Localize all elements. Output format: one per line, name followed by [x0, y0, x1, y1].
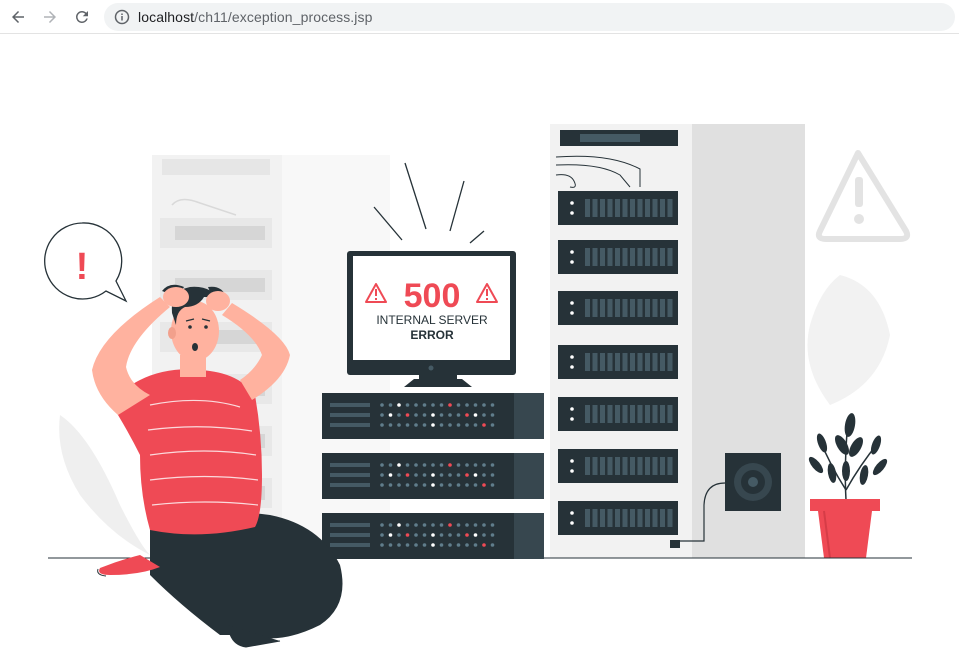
- reload-icon: [75, 10, 88, 23]
- url-host: localhost: [138, 9, 195, 25]
- error-message-line1: INTERNAL SERVER: [376, 313, 488, 327]
- tower-server-unit: [558, 240, 678, 274]
- forward-button[interactable]: [36, 3, 64, 31]
- info-icon[interactable]: [114, 9, 130, 25]
- page-content: 500 INTERNAL SERVER ERROR !: [0, 35, 959, 664]
- stack-server-unit: [322, 393, 544, 439]
- url-text: localhost/ch11/exception_process.jsp: [138, 9, 372, 25]
- tower-server-unit: [558, 191, 678, 225]
- tower-server-unit: [558, 397, 678, 431]
- exclamation-mark: !: [76, 246, 89, 288]
- address-bar[interactable]: localhost/ch11/exception_process.jsp: [104, 3, 955, 31]
- stack-server-unit: [322, 513, 544, 559]
- server-stack: [322, 393, 544, 559]
- speech-bubble: !: [44, 222, 128, 303]
- back-button[interactable]: [4, 3, 32, 31]
- error-code: 500: [404, 277, 461, 315]
- alert-burst-lines: [373, 162, 485, 244]
- url-path: /ch11/exception_process.jsp: [194, 9, 373, 25]
- arrow-right-icon: [44, 11, 56, 23]
- warning-triangle-icon: [815, 150, 911, 242]
- monitor: 500 INTERNAL SERVER ERROR: [347, 251, 516, 387]
- stack-server-unit: [322, 453, 544, 499]
- server-error-illustration: 500 INTERNAL SERVER ERROR !: [44, 124, 912, 648]
- tower-server-unit: [558, 291, 678, 325]
- browser-toolbar: localhost/ch11/exception_process.jsp: [0, 0, 959, 34]
- arrow-left-icon: [12, 11, 24, 23]
- error-message-line2: ERROR: [410, 328, 454, 342]
- tower-server-unit: [558, 501, 678, 535]
- reload-button[interactable]: [68, 3, 96, 31]
- tower-server-unit: [558, 449, 678, 483]
- plant-pot: [808, 413, 888, 559]
- tower-server-unit: [558, 345, 678, 379]
